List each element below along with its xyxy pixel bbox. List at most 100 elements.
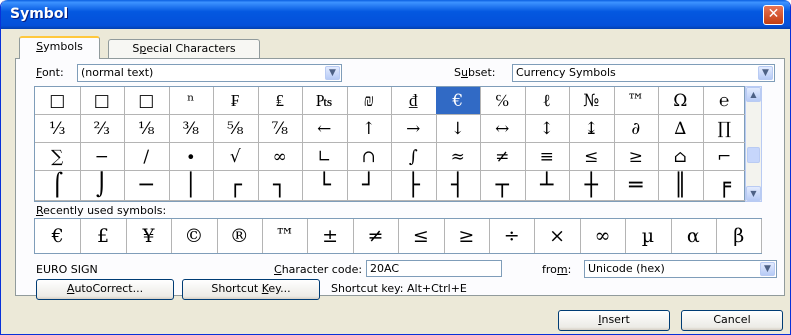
symbol-cell[interactable]: ∂ xyxy=(613,115,659,143)
title-bar[interactable]: Symbol ✕ xyxy=(1,0,790,29)
symbol-cell[interactable]: ↑ xyxy=(346,115,392,143)
symbol-cell[interactable]: └ xyxy=(302,171,348,201)
symbol-cell[interactable]: ∙ xyxy=(168,143,214,171)
recent-symbol-cell[interactable]: © xyxy=(171,219,218,253)
subset-dropdown[interactable]: Currency Symbols ▼ xyxy=(512,64,775,82)
chevron-down-icon[interactable]: ▼ xyxy=(325,66,340,80)
symbol-cell[interactable]: ─ xyxy=(124,171,170,201)
recent-symbol-cell[interactable]: ∞ xyxy=(580,219,627,253)
symbol-cell[interactable]: ™ xyxy=(613,87,659,115)
close-button[interactable]: ✕ xyxy=(763,5,784,25)
recent-symbol-cell[interactable]: ® xyxy=(217,219,263,253)
recent-symbol-cell[interactable]: ≤ xyxy=(398,219,445,253)
symbol-cell[interactable]: ↔ xyxy=(480,115,526,143)
symbol-cell[interactable]: ├ xyxy=(391,171,437,201)
symbol-cell[interactable]: ∆ xyxy=(658,115,704,143)
symbol-cell[interactable]: ⅓ xyxy=(35,115,81,143)
recent-symbol-cell[interactable]: ™ xyxy=(262,219,309,253)
symbol-grid[interactable]: □ □ □ ⁿ ₣ ₤ ₧ ₪ ₫ € ℅ ℓ № ™ Ω ℮ ⅓ ⅔ ⅛ ⅜ ⅝ ⅞ ← ↑ → ↓ ↔ ↕ ↨ ∂ ∆ ∏ ∑ − ∕ ∙ √ ∞ ∟ ∩… xyxy=(34,86,747,202)
symbol-cell[interactable]: ┐ xyxy=(257,171,303,201)
recent-symbol-cell[interactable]: ¥ xyxy=(126,219,173,253)
recent-symbol-cell[interactable]: α xyxy=(671,219,717,253)
symbol-cell[interactable]: ∩ xyxy=(346,143,392,171)
symbol-cell[interactable]: ₪ xyxy=(346,87,392,115)
chevron-down-icon[interactable]: ▼ xyxy=(760,262,775,276)
symbol-cell[interactable]: ∏ xyxy=(702,115,747,143)
symbol-cell[interactable]: □ xyxy=(35,87,81,115)
symbol-cell[interactable]: ≥ xyxy=(613,143,659,171)
symbol-cell[interactable]: ═ xyxy=(613,171,659,201)
symbol-cell[interactable]: ≈ xyxy=(435,143,481,171)
symbol-cell[interactable]: │ xyxy=(168,171,214,201)
symbol-cell[interactable]: ₣ xyxy=(213,87,259,115)
symbol-cell[interactable]: ⅝ xyxy=(213,115,259,143)
symbol-cell[interactable]: ⁿ xyxy=(168,87,214,115)
recent-symbol-cell[interactable]: € xyxy=(35,219,82,253)
symbol-cell[interactable]: ℮ xyxy=(702,87,747,115)
character-code-field[interactable]: 20AC xyxy=(366,260,502,277)
symbol-cell[interactable]: ∕ xyxy=(124,143,170,171)
symbol-cell[interactable]: − xyxy=(79,143,125,171)
symbol-cell[interactable]: ⅛ xyxy=(124,115,170,143)
symbol-cell[interactable]: ₤ xyxy=(257,87,303,115)
symbol-cell[interactable]: ₫ xyxy=(391,87,437,115)
symbol-cell[interactable]: ⌡ xyxy=(79,171,125,201)
from-dropdown[interactable]: Unicode (hex) ▼ xyxy=(584,260,777,278)
symbol-cell[interactable]: ∟ xyxy=(302,143,348,171)
symbol-cell[interactable]: ≠ xyxy=(480,143,526,171)
symbol-cell[interactable]: ⌠ xyxy=(35,171,81,201)
symbol-cell[interactable]: € xyxy=(435,87,481,115)
symbol-cell[interactable]: ┬ xyxy=(480,171,526,201)
scroll-up-icon[interactable]: ▲ xyxy=(746,87,761,102)
symbol-cell[interactable]: ┴ xyxy=(524,171,570,201)
symbol-cell[interactable]: ⌂ xyxy=(658,143,704,171)
symbol-cell[interactable]: № xyxy=(569,87,615,115)
tab-special-characters[interactable]: Special Characters xyxy=(108,39,260,58)
symbol-cell[interactable]: ┼ xyxy=(569,171,615,201)
scroll-down-icon[interactable]: ▼ xyxy=(746,186,761,201)
shortcut-key-button[interactable]: Shortcut Key... xyxy=(182,279,320,300)
symbol-cell[interactable]: ⌐ xyxy=(702,143,747,171)
symbol-cell[interactable]: ∫ xyxy=(391,143,437,171)
symbol-grid-scrollbar[interactable]: ▲ ▼ xyxy=(745,86,762,202)
symbol-cell[interactable]: □ xyxy=(79,87,125,115)
symbol-cell[interactable]: ╒ xyxy=(702,171,747,201)
chevron-down-icon[interactable]: ▼ xyxy=(758,66,773,80)
symbol-cell[interactable]: ℅ xyxy=(480,87,526,115)
symbol-cell[interactable]: ℓ xyxy=(524,87,570,115)
symbol-cell[interactable]: ∑ xyxy=(35,143,81,171)
symbol-cell[interactable]: ≤ xyxy=(569,143,615,171)
insert-button[interactable]: Insert xyxy=(558,310,670,331)
symbol-cell[interactable]: ↨ xyxy=(569,115,615,143)
symbol-cell[interactable]: □ xyxy=(124,87,170,115)
tab-symbols[interactable]: Symbols xyxy=(19,36,100,59)
symbol-cell[interactable]: ┌ xyxy=(213,171,259,201)
symbol-cell[interactable]: ⅞ xyxy=(257,115,303,143)
scroll-thumb[interactable] xyxy=(747,147,760,163)
symbol-cell[interactable]: Ω xyxy=(658,87,704,115)
font-dropdown[interactable]: (normal text) ▼ xyxy=(77,64,342,82)
symbol-cell[interactable]: ┤ xyxy=(435,171,481,201)
symbol-cell[interactable]: ∞ xyxy=(257,143,303,171)
recent-symbol-cell[interactable]: ≥ xyxy=(444,219,490,253)
recent-symbol-cell[interactable]: ± xyxy=(307,219,354,253)
symbol-cell[interactable]: √ xyxy=(213,143,259,171)
autocorrect-button[interactable]: AutoCorrect... xyxy=(36,279,174,300)
recent-symbols[interactable]: € £ ¥ © ® ™ ± ≠ ≤ ≥ ÷ × ∞ µ α β xyxy=(34,218,763,254)
recent-symbol-cell[interactable]: µ xyxy=(625,219,672,253)
symbol-cell[interactable]: ← xyxy=(302,115,348,143)
symbol-cell[interactable]: ┘ xyxy=(346,171,392,201)
symbol-cell[interactable]: ⅔ xyxy=(79,115,125,143)
symbol-cell[interactable]: ₧ xyxy=(302,87,348,115)
symbol-cell[interactable]: ⅜ xyxy=(168,115,214,143)
symbol-cell[interactable]: ║ xyxy=(658,171,704,201)
recent-symbol-cell[interactable]: £ xyxy=(80,219,127,253)
symbol-cell[interactable]: ↓ xyxy=(435,115,481,143)
symbol-cell[interactable]: ≡ xyxy=(524,143,570,171)
recent-symbol-cell[interactable]: ≠ xyxy=(353,219,400,253)
cancel-button[interactable]: Cancel xyxy=(681,310,783,331)
recent-symbol-cell[interactable]: × xyxy=(534,219,581,253)
recent-symbol-cell[interactable]: ÷ xyxy=(489,219,536,253)
recent-symbol-cell[interactable]: β xyxy=(716,219,763,253)
symbol-cell[interactable]: → xyxy=(391,115,437,143)
